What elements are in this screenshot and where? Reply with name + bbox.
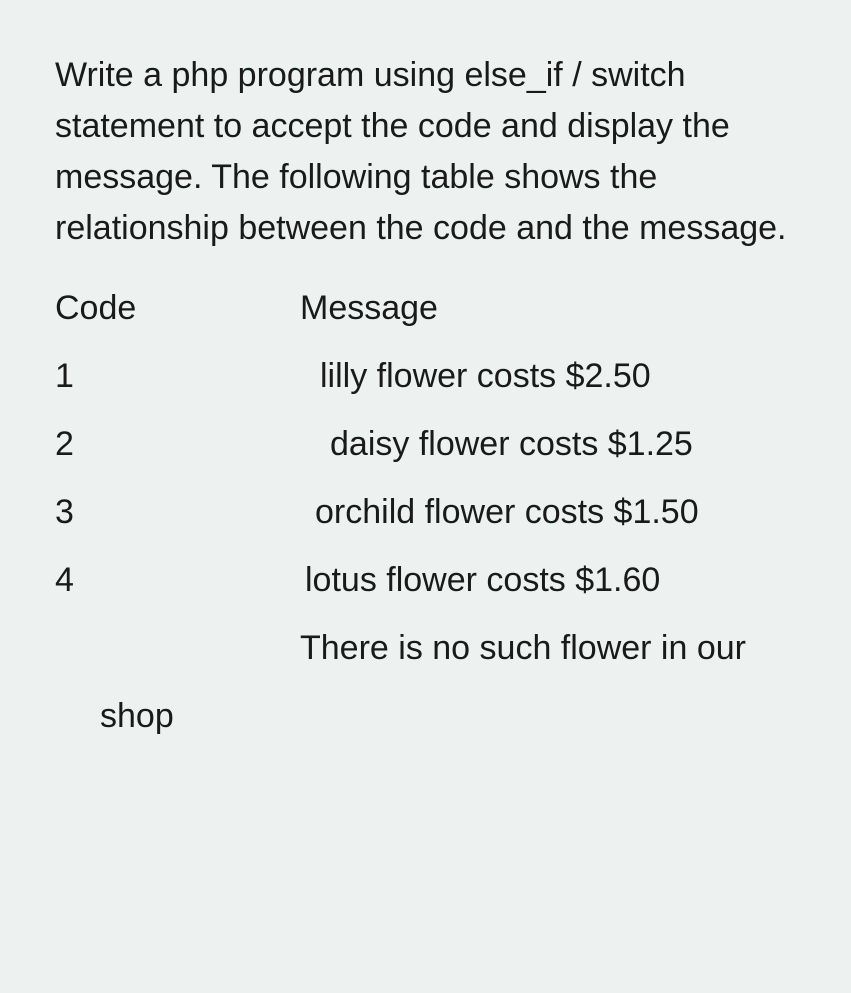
table-row: 1 lilly flower costs $2.50: [55, 342, 796, 410]
code-cell: [55, 614, 300, 682]
message-cell: orchild flower costs $1.50: [300, 478, 796, 546]
table-row: 2 daisy flower costs $1.25: [55, 410, 796, 478]
header-message: Message: [300, 274, 796, 342]
default-message-wrap: shop: [55, 682, 796, 750]
table-row: There is no such flower in our: [55, 614, 796, 682]
table-row: 3 orchild flower costs $1.50: [55, 478, 796, 546]
message-cell: lilly flower costs $2.50: [300, 342, 796, 410]
message-cell: There is no such flower in our: [300, 614, 796, 682]
message-cell: lotus flower costs $1.60: [300, 546, 796, 614]
code-cell: 2: [55, 410, 300, 478]
code-cell: 3: [55, 478, 300, 546]
code-cell: 4: [55, 546, 300, 614]
code-cell: 1: [55, 342, 300, 410]
table-row: 4 lotus flower costs $1.60: [55, 546, 796, 614]
message-cell: daisy flower costs $1.25: [300, 410, 796, 478]
question-text: Write a php program using else_if / swit…: [55, 50, 796, 254]
header-code: Code: [55, 274, 300, 342]
table-header-row: Code Message: [55, 274, 796, 342]
code-message-table: Code Message 1 lilly flower costs $2.50 …: [55, 274, 796, 682]
